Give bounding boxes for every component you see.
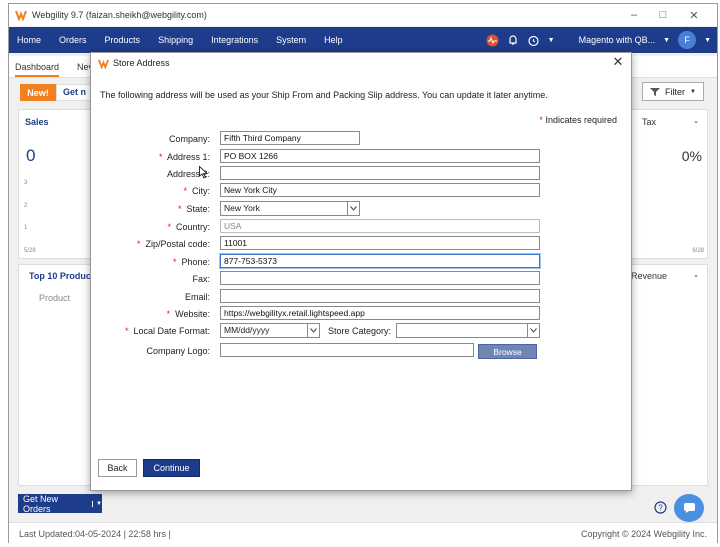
back-button[interactable]: Back bbox=[98, 459, 137, 477]
phone-row: * Phone: 877-753-5373 bbox=[91, 254, 631, 270]
country-label: * Country: bbox=[167, 222, 210, 232]
mouse-cursor-icon bbox=[199, 166, 208, 179]
dialog-title: Store Address bbox=[113, 58, 170, 68]
state-label: * State: bbox=[177, 204, 210, 214]
city-field[interactable]: New York City bbox=[220, 183, 540, 197]
zip-row: * Zip/Postal code: 11001 bbox=[91, 236, 631, 252]
company-label: Company: bbox=[168, 134, 210, 144]
address1-field[interactable]: PO BOX 1266 bbox=[220, 149, 540, 163]
phone-field[interactable]: 877-753-5373 bbox=[220, 254, 540, 268]
phone-label: * Phone: bbox=[172, 257, 210, 267]
chevron-down-icon[interactable] bbox=[347, 202, 359, 215]
country-field: USA bbox=[220, 219, 540, 233]
website-label: * Website: bbox=[166, 309, 210, 319]
date-format-row: * Local Date Format: MM/dd/yyyy Store Ca… bbox=[91, 323, 631, 339]
email-label: Email: bbox=[184, 292, 210, 302]
address2-field[interactable] bbox=[220, 166, 540, 180]
city-label: * City: bbox=[183, 186, 210, 196]
company-row: Company: Fifth Third Company bbox=[91, 131, 631, 147]
store-category-label: Store Category: bbox=[328, 326, 392, 336]
dialog-titlebar: Store Address ✕ bbox=[91, 53, 631, 73]
required-note: * Indicates required bbox=[539, 115, 617, 125]
state-select[interactable]: New York bbox=[220, 201, 360, 216]
company-logo-field[interactable] bbox=[220, 343, 474, 357]
state-row: * State: New York bbox=[91, 201, 631, 217]
date-format-select[interactable]: MM/dd/yyyy bbox=[220, 323, 320, 338]
webgility-logo-icon bbox=[98, 59, 109, 69]
city-row: * City: New York City bbox=[91, 183, 631, 199]
date-format-value: MM/dd/yyyy bbox=[224, 325, 270, 335]
email-row: Email: bbox=[91, 289, 631, 305]
chevron-down-icon[interactable] bbox=[307, 324, 319, 337]
company-field[interactable]: Fifth Third Company bbox=[220, 131, 360, 145]
fax-label: Fax: bbox=[192, 274, 210, 284]
company-logo-label: Company Logo: bbox=[146, 346, 210, 356]
address1-row: * Address 1: PO BOX 1266 bbox=[91, 149, 631, 165]
address1-label: * Address 1: bbox=[158, 152, 210, 162]
store-category-select[interactable] bbox=[396, 323, 540, 338]
date-format-label: * Local Date Format: bbox=[124, 326, 210, 336]
store-address-dialog: Store Address ✕ The following address wi… bbox=[90, 52, 632, 491]
close-icon[interactable]: ✕ bbox=[611, 55, 625, 69]
country-row: * Country: USA bbox=[91, 219, 631, 235]
state-value: New York bbox=[224, 203, 260, 213]
fax-field[interactable] bbox=[220, 271, 540, 285]
continue-button[interactable]: Continue bbox=[143, 459, 200, 477]
website-row: * Website: https://webgilityx.retail.lig… bbox=[91, 306, 631, 322]
email-field[interactable] bbox=[220, 289, 540, 303]
dialog-intro: The following address will be used as yo… bbox=[100, 90, 548, 100]
zip-label: * Zip/Postal code: bbox=[136, 239, 210, 249]
website-field[interactable]: https://webgilityx.retail.lightspeed.app bbox=[220, 306, 540, 320]
company-logo-row: Company Logo: bbox=[91, 343, 631, 359]
zip-field[interactable]: 11001 bbox=[220, 236, 540, 250]
chevron-down-icon[interactable] bbox=[527, 324, 539, 337]
address2-row: Address 2: bbox=[91, 166, 631, 182]
fax-row: Fax: bbox=[91, 271, 631, 287]
browse-button[interactable]: Browse bbox=[478, 344, 537, 359]
